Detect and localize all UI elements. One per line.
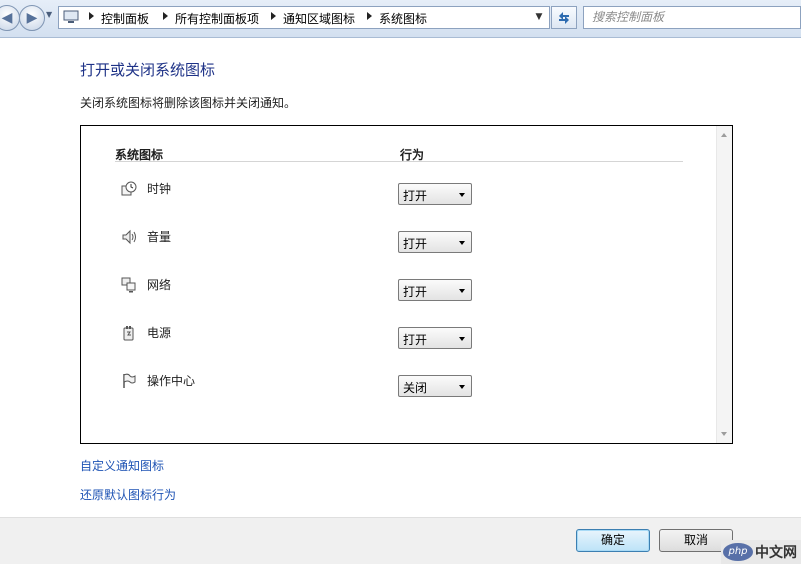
breadcrumb-control-panel[interactable]: 控制面板 (101, 10, 149, 27)
recent-pages-dropdown-icon[interactable]: ▼ (46, 10, 52, 19)
network-icon (121, 277, 136, 293)
watermark-text: 中文网 (755, 545, 797, 561)
breadcrumb-separator-icon[interactable] (163, 12, 168, 20)
power-icon (123, 326, 134, 341)
search-box[interactable] (583, 6, 801, 29)
select-value: 打开 (403, 237, 428, 251)
system-icons-panel: 系统图标 行为 时钟 打开 音量 打开 网络 打开 电源 打开 操作中心 关闭 (80, 125, 733, 444)
search-input[interactable] (592, 10, 792, 24)
chevron-down-icon (459, 289, 465, 293)
select-value: 打开 (403, 285, 428, 299)
address-bar[interactable]: 控制面板 所有控制面板项 通知区域图标 系统图标 ▼ (58, 6, 550, 29)
refresh-button[interactable] (551, 6, 577, 29)
chevron-down-icon (459, 337, 465, 341)
forward-arrow-icon: ▶ (26, 10, 38, 26)
header-divider (115, 161, 683, 162)
navigation-bar: ◀ ▶ ▼ 控制面板 所有控制面板项 通知区域图标 系统图标 ▼ (0, 0, 801, 38)
row-label-action-center: 操作中心 (147, 374, 196, 388)
chevron-down-icon (459, 193, 465, 197)
back-button[interactable]: ◀ (0, 5, 20, 31)
breadcrumb-separator-icon[interactable] (271, 12, 276, 20)
breadcrumb-all-items[interactable]: 所有控制面板项 (175, 10, 259, 27)
power-behavior-select[interactable]: 打开 (398, 327, 472, 349)
select-value: 关闭 (403, 381, 428, 395)
forward-button[interactable]: ▶ (19, 5, 45, 31)
row-label-power: 电源 (147, 326, 172, 340)
clock-icon (121, 181, 137, 196)
php-logo: php (723, 543, 753, 561)
refresh-icon (559, 12, 569, 24)
page-title: 打开或关闭系统图标 (80, 61, 216, 79)
row-label-clock: 时钟 (147, 182, 172, 196)
customize-notification-icons-link[interactable]: 自定义通知图标 (80, 457, 164, 474)
action-center-flag-icon (123, 373, 136, 388)
select-value: 打开 (403, 333, 428, 347)
breadcrumb-system-icons[interactable]: 系统图标 (379, 10, 427, 27)
breadcrumb-notification-icons[interactable]: 通知区域图标 (283, 10, 355, 27)
network-behavior-select[interactable]: 打开 (398, 279, 472, 301)
vertical-scrollbar[interactable] (716, 126, 732, 443)
row-label-volume: 音量 (147, 230, 172, 244)
clock-behavior-select[interactable]: 打开 (398, 183, 472, 205)
row-label-network: 网络 (147, 278, 172, 292)
ok-button[interactable]: 确定 (576, 529, 650, 552)
scroll-down-icon[interactable] (721, 432, 727, 436)
select-value: 打开 (403, 189, 428, 203)
page-description: 关闭系统图标将删除该图标并关闭通知。 (80, 96, 297, 110)
watermark: php 中文网 (721, 540, 801, 564)
breadcrumb-separator-icon[interactable] (89, 12, 94, 20)
breadcrumb-separator-icon[interactable] (367, 12, 372, 20)
back-arrow-icon: ◀ (1, 10, 13, 26)
chevron-down-icon (459, 385, 465, 389)
address-dropdown-icon[interactable]: ▼ (531, 7, 547, 28)
computer-icon (63, 10, 79, 23)
restore-default-behavior-link[interactable]: 还原默认图标行为 (80, 486, 176, 503)
scroll-up-icon[interactable] (721, 133, 727, 137)
volume-icon (122, 229, 136, 245)
action-center-behavior-select[interactable]: 关闭 (398, 375, 472, 397)
dialog-footer: 确定 取消 (0, 517, 801, 564)
volume-behavior-select[interactable]: 打开 (398, 231, 472, 253)
chevron-down-icon (459, 241, 465, 245)
